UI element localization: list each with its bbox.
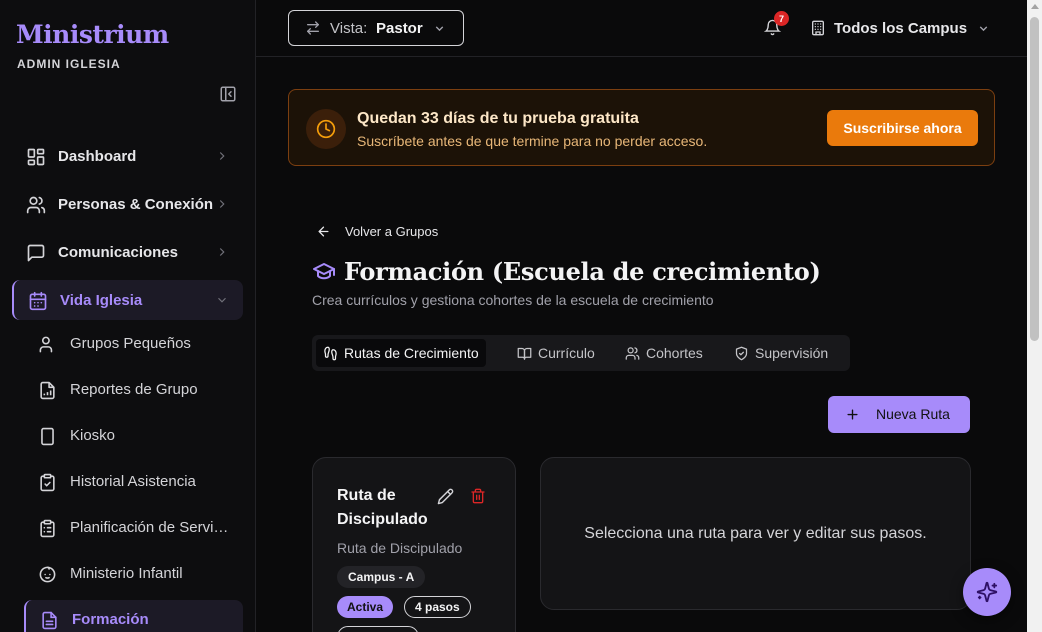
sparkles-icon (976, 581, 998, 603)
brand-logo[interactable]: Ministrium (16, 20, 169, 49)
empty-state-message: Selecciona una ruta para ver y editar su… (584, 524, 927, 542)
sidebar-item-reportes[interactable]: Reportes de Grupo (24, 370, 243, 410)
tab-label: Currículo (538, 345, 595, 361)
vista-selector[interactable]: Vista: Pastor (288, 10, 464, 46)
chevron-down-icon (977, 22, 990, 35)
clipboard-check-icon (38, 473, 57, 492)
brand-subtitle: ADMIN IGLESIA (17, 57, 121, 71)
campus-badge: Campus - A (337, 566, 426, 588)
dashboard-icon (26, 147, 46, 167)
chevron-right-icon (215, 149, 229, 163)
chevron-right-icon (215, 245, 229, 259)
building-icon (810, 20, 826, 36)
sidebar-item-dashboard[interactable]: Dashboard (12, 136, 243, 176)
page-title-text: Formación (Escuela de crecimiento) (344, 256, 821, 286)
page-scrollbar[interactable] (1027, 0, 1042, 632)
trial-icon-wrap (306, 109, 346, 149)
trash-icon[interactable] (470, 488, 486, 504)
top-header: Vista: Pastor 7 Todos los Campus (256, 0, 1027, 57)
back-link-label: Volver a Grupos (345, 223, 439, 239)
sidebar-item-planificacion-servicios[interactable]: Planificación de Servicios (24, 508, 243, 548)
route-card[interactable]: Ruta de Discipulado Ruta de Discipulado … (312, 457, 516, 632)
users-icon (625, 346, 640, 361)
book-icon (40, 611, 59, 630)
sidebar-item-label: Reportes de Grupo (70, 381, 198, 398)
chevron-down-icon (433, 22, 446, 35)
sidebar: Ministrium ADMIN IGLESIA Dashboard Perso… (0, 0, 256, 632)
page-title: Formación (Escuela de crecimiento) (312, 254, 821, 288)
baby-icon (38, 565, 57, 584)
sidebar-item-label: Planificación de Servicios (70, 519, 234, 536)
tab-label: Cohortes (646, 345, 703, 361)
arrow-left-icon (316, 224, 331, 239)
graduation-cap-icon (312, 259, 336, 283)
tab-list: Rutas de Crecimiento Currículo Cohortes … (312, 335, 850, 371)
tablet-icon (38, 427, 57, 446)
sidebar-item-kiosko[interactable]: Kiosko (24, 416, 243, 456)
footprints-icon (323, 346, 338, 361)
tab-supervision[interactable]: Supervisión (727, 339, 835, 367)
plus-icon (845, 407, 860, 422)
users-icon (26, 195, 46, 215)
sidebar-item-label: Historial Asistencia (70, 473, 196, 490)
sidebar-item-label: Personas & Conexión (58, 195, 214, 213)
tab-rutas-crecimiento[interactable]: Rutas de Crecimiento (316, 339, 486, 367)
ai-assistant-button[interactable] (963, 568, 1011, 616)
trial-title: Quedan 33 días de tu prueba gratuita (357, 110, 639, 127)
new-route-button[interactable]: Nueva Ruta (828, 396, 970, 433)
user-group-icon (38, 335, 57, 354)
sidebar-item-comunicaciones[interactable]: Comunicaciones (12, 232, 243, 272)
clock-icon (316, 119, 336, 139)
report-icon (38, 381, 57, 400)
book-open-icon (517, 346, 532, 361)
sidebar-item-formacion[interactable]: Formación (24, 600, 243, 632)
notification-badge: 7 (774, 11, 789, 26)
shield-check-icon (734, 346, 749, 361)
sidebar-item-label: Grupos Pequeños (70, 335, 191, 352)
tab-label: Supervisión (755, 345, 829, 361)
message-icon (26, 243, 46, 263)
edit-icon[interactable] (437, 488, 454, 505)
steps-badge: 4 pasos (404, 596, 471, 618)
sidebar-item-label: Kiosko (70, 427, 116, 444)
sidebar-item-label: Ministerio Infantil (70, 565, 183, 582)
route-detail-panel: Selecciona una ruta para ver y editar su… (540, 457, 971, 610)
sidebar-item-grupos-pequenos[interactable]: Grupos Pequeños (24, 324, 243, 364)
sidebar-item-label: Dashboard (58, 147, 137, 165)
sidebar-item-personas[interactable]: Personas & Conexión (12, 184, 243, 224)
tab-cohortes[interactable]: Cohortes (618, 339, 710, 367)
sidebar-collapse-icon[interactable] (219, 85, 237, 103)
chevron-down-icon (215, 293, 229, 307)
swap-icon (305, 20, 321, 36)
sidebar-item-label: Comunicaciones (58, 243, 179, 261)
sidebar-item-ministerio-infantil[interactable]: Ministerio Infantil (24, 554, 243, 594)
calendar-icon (28, 291, 48, 311)
sidebar-item-label: Formación (72, 611, 149, 628)
extra-badge (337, 626, 419, 632)
scroll-thumb[interactable] (1030, 17, 1039, 341)
tab-curriculo[interactable]: Currículo (510, 339, 602, 367)
new-route-label: Nueva Ruta (876, 406, 950, 422)
trial-banner: Quedan 33 días de tu prueba gratuita Sus… (288, 89, 995, 166)
page-subtitle: Crea currículos y gestiona cohortes de l… (312, 292, 714, 308)
sidebar-item-historial-asistencia[interactable]: Historial Asistencia (24, 462, 243, 502)
chevron-right-icon (215, 197, 229, 211)
back-link[interactable]: Volver a Grupos (316, 222, 438, 240)
status-badge: Activa (337, 596, 394, 618)
tab-label: Rutas de Crecimiento (344, 345, 479, 361)
route-subtitle: Ruta de Discipulado (337, 540, 463, 556)
app-root: Ministrium ADMIN IGLESIA Dashboard Perso… (0, 0, 1042, 632)
campus-selector[interactable]: Todos los Campus (810, 18, 990, 38)
trial-subtitle: Suscríbete antes de que termine para no … (357, 133, 708, 149)
vista-value: Pastor (376, 20, 423, 37)
clipboard-list-icon (38, 519, 57, 538)
campus-label: Todos los Campus (834, 19, 968, 37)
subscribe-button[interactable]: Suscribirse ahora (827, 110, 978, 146)
sidebar-item-vida-iglesia[interactable]: Vida Iglesia (12, 280, 243, 320)
vista-label: Vista: (330, 20, 368, 37)
scroll-up-arrow-icon[interactable] (1031, 4, 1039, 9)
sidebar-item-label: Vida Iglesia (60, 291, 143, 309)
route-title: Ruta de Discipulado (337, 487, 428, 528)
